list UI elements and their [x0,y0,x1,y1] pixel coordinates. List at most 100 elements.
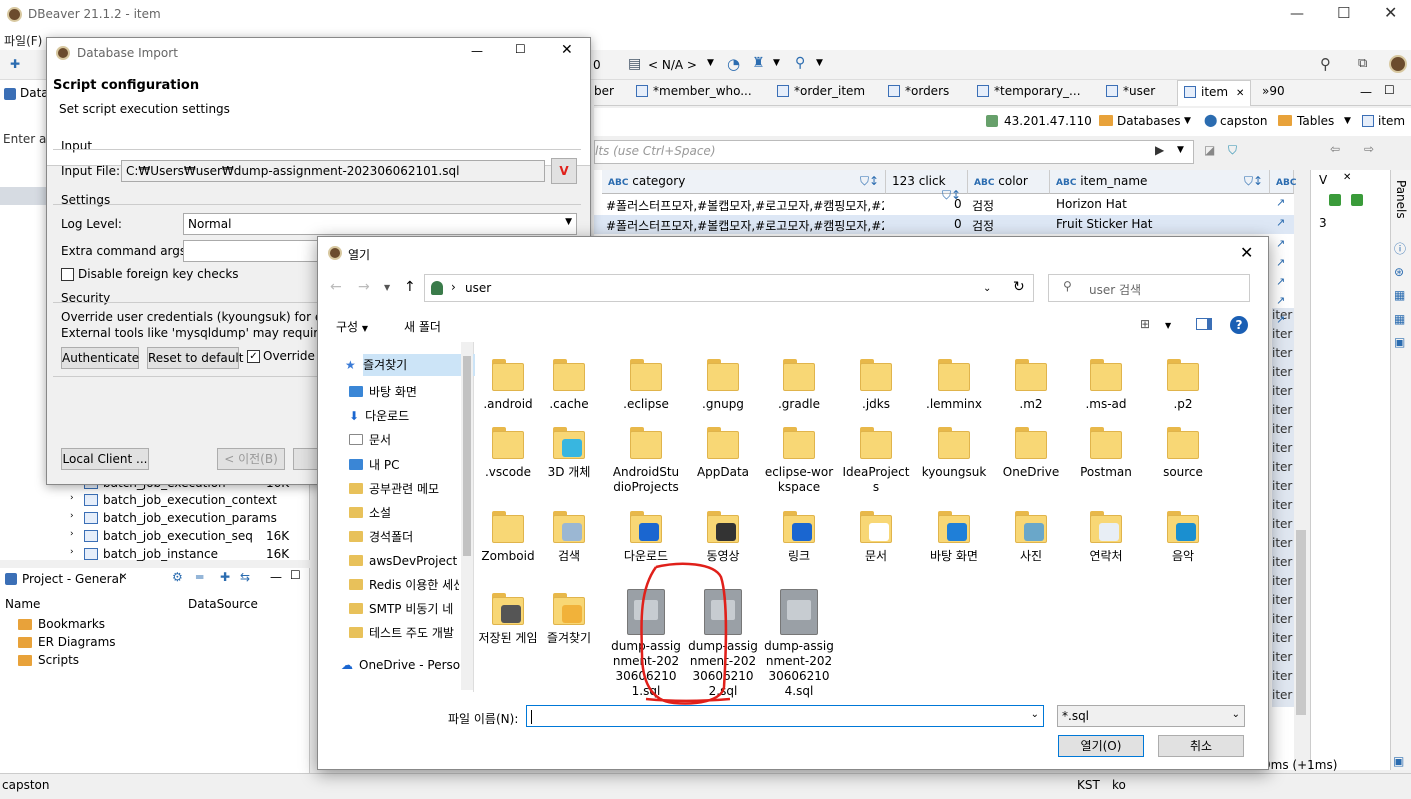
cell-category[interactable]: #폴러스터프모자,#볼캡모자,#로고모자,#캠핑모자,#2 [606,217,884,234]
local-client-button[interactable]: Local Client ... [61,448,149,470]
cell-item-name[interactable]: Fruit Sticker Hat [1056,217,1152,231]
chevron-down-icon[interactable]: ▼ [1184,116,1191,126]
tree-row-selected[interactable] [0,187,46,205]
column-header-item-name[interactable]: ABC item_name ⛉↕ [1050,170,1270,194]
nav-item-folder[interactable]: SMTP 비동기 네 [349,598,459,620]
minimize-icon[interactable]: — [471,44,483,58]
nav-item-folder[interactable]: 공부관련 메모 [349,478,459,500]
calc-icon[interactable]: ▦ [1394,312,1405,326]
file-item[interactable]: .gnupg [688,355,758,412]
iter-cell[interactable]: iter [1272,498,1294,517]
new-folder-button[interactable]: 새 폴더 [404,318,441,335]
file-item[interactable]: kyoungsuk [919,423,989,480]
reset-default-button[interactable]: Reset to default [147,347,243,369]
minimize-editor-icon[interactable]: — [1360,85,1372,99]
iter-cell[interactable]: iter [1272,669,1294,688]
grid-icon[interactable]: ▦ [1394,288,1405,302]
file-item[interactable]: Postman [1071,423,1141,480]
help-icon[interactable]: ? [1230,316,1248,334]
filter-icon[interactable]: ⛉ [1228,143,1237,158]
file-item[interactable]: 검색 [534,507,604,564]
maximize-icon[interactable]: ☐ [515,42,526,56]
cell-item-name[interactable]: Horizon Hat [1056,197,1127,211]
project-item-scripts[interactable]: Scripts [38,653,79,667]
maximize-editor-icon[interactable]: ☐ [1384,83,1395,97]
nav-item-desktop[interactable]: 바탕 화면 [349,381,459,403]
iter-cell[interactable]: iter [1272,441,1294,460]
link-icon[interactable]: ↗ [1276,294,1285,307]
iter-cell[interactable]: iter [1272,327,1294,346]
file-item[interactable]: Zomboid [473,507,543,564]
authenticate-button[interactable]: Authenticate [61,347,139,369]
iter-cell[interactable]: iter [1272,555,1294,574]
iter-cell[interactable]: iter [1272,403,1294,422]
back-button[interactable]: < 이전(B) [217,448,285,470]
column-header-color[interactable]: ABC color [968,170,1050,194]
iter-cell[interactable]: iter [1272,688,1294,707]
file-item[interactable]: .android [473,355,543,412]
save-icon[interactable] [1329,194,1341,206]
table-row[interactable]: #폴러스터프모자,#볼캡모자,#로고모자,#캠핑모자,#2 0 검정 Horiz… [594,195,1294,214]
chevron-down-icon[interactable]: ▼ [816,58,823,68]
close-icon[interactable]: ✕ [119,572,127,583]
link-editor-icon[interactable]: ⇆ [240,570,250,584]
table-row[interactable]: #폴러스터프모자,#볼캡모자,#로고모자,#캠핑모자,#2 0 검정 Fruit… [594,215,1294,234]
nav-item-onedrive[interactable]: ☁ OneDrive - Person [341,654,461,676]
nav-item-this-pc[interactable]: 내 PC [349,454,459,476]
eraser-icon[interactable]: ◪ [1204,143,1215,157]
nav-item-folder[interactable]: 경석폴더 [349,526,459,548]
chevron-right-icon[interactable]: › [70,529,74,539]
table-label[interactable]: item [1378,114,1405,128]
iter-cell[interactable]: iter [1272,593,1294,612]
file-item[interactable]: 3D 개체 [534,423,604,480]
tab-ber[interactable]: ber [594,84,614,104]
back-icon[interactable]: ⇦ [1330,142,1340,156]
tab-temporary[interactable]: *temporary_... [977,84,1081,104]
tab-order-item[interactable]: *order_item [777,84,865,104]
maximize-icon[interactable]: ☐ [1337,4,1350,22]
file-item[interactable]: AndroidStudioProjects [611,423,681,495]
iter-cell[interactable]: iter [1272,479,1294,498]
chevron-down-icon[interactable]: ▼ [1165,321,1171,330]
file-item[interactable]: 바탕 화면 [919,507,989,564]
settings-icon[interactable]: ⚙ [172,570,183,584]
iter-cell[interactable]: iter [1272,346,1294,365]
iter-cell[interactable]: iter [1272,631,1294,650]
iter-cell[interactable]: iter [1272,612,1294,631]
chevron-down-icon[interactable]: ▼ [384,283,390,292]
file-item[interactable]: 다운로드 [611,507,681,564]
file-item[interactable]: 링크 [764,507,834,564]
cell-color[interactable]: 검정 [972,197,994,214]
settings-icon[interactable]: ⊛ [1394,265,1404,279]
view-options-icon[interactable]: ⊞ [1140,317,1150,331]
file-item[interactable]: 음악 [1148,507,1218,564]
chevron-down-icon[interactable]: ▼ [707,58,714,68]
info-icon[interactable]: ⓘ [1394,240,1406,257]
browse-file-button[interactable]: V [551,158,577,184]
extra-args-input[interactable] [183,240,323,262]
tree-item[interactable]: › batch_job_execution_seq 16K [70,528,310,546]
iter-cell[interactable]: iter [1272,422,1294,441]
iter-cell[interactable]: iter [1272,384,1294,403]
project-item-bookmarks[interactable]: Bookmarks [38,617,105,631]
breadcrumb-user[interactable]: user [465,281,491,295]
notification-icon[interactable]: ▣ [1393,754,1404,768]
chevron-down-icon[interactable]: ▼ [773,58,780,68]
schema-label[interactable]: capston [1220,114,1267,128]
close-icon[interactable]: ✕ [561,42,573,58]
tab-close-icon[interactable]: ✕ [1236,88,1244,99]
nav-item-folder[interactable]: 소설 [349,502,459,524]
tree-item[interactable]: › batch_job_instance 16K [70,546,310,564]
iter-cell[interactable]: iter [1272,517,1294,536]
global-search-icon[interactable]: ⚲ [1320,55,1331,73]
link-icon[interactable]: ↗ [1276,275,1285,288]
column-header-datasource[interactable]: DataSource [188,597,258,611]
file-item[interactable]: .vscode [473,423,543,480]
nav-item-downloads[interactable]: ⬇ 다운로드 [349,405,459,427]
file-item[interactable]: source [1148,423,1218,480]
menu-file[interactable]: 파일(F) [4,32,42,49]
add-icon[interactable]: ✚ [220,570,230,584]
log-level-select[interactable]: Normal ▼ [183,213,577,235]
nav-item-favorites[interactable]: 즐겨찾기 [363,354,475,376]
file-item[interactable]: 문서 [841,507,911,564]
